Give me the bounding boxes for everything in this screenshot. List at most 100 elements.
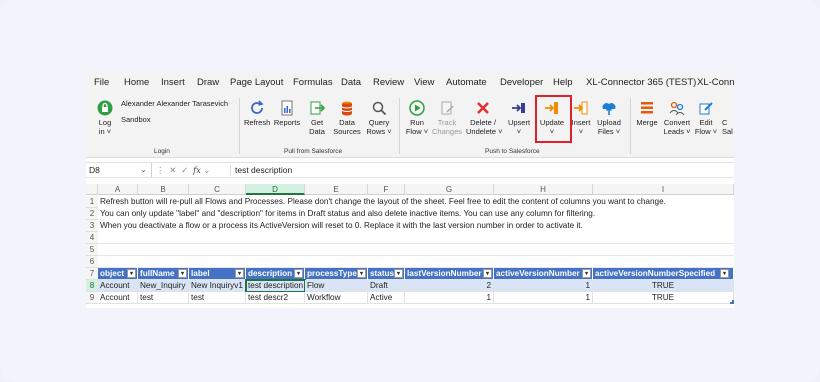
menu-data[interactable]: Data bbox=[341, 77, 361, 88]
menu-help[interactable]: Help bbox=[553, 77, 573, 88]
table-cell[interactable]: Workflow bbox=[305, 292, 368, 304]
reports-button[interactable]: Reports bbox=[273, 100, 301, 127]
table-cell[interactable]: 2 bbox=[405, 280, 494, 292]
insert-button[interactable]: Insert ˅ bbox=[569, 100, 593, 136]
menu-insert[interactable]: Insert bbox=[161, 77, 185, 88]
row-header[interactable]: 8 bbox=[86, 280, 98, 292]
menu-file[interactable]: File bbox=[94, 77, 109, 88]
row-header[interactable]: 5 bbox=[86, 244, 98, 256]
convert-leads-button[interactable]: Convert Leads ˅ bbox=[662, 100, 692, 136]
table-cell[interactable]: New_Inquiry bbox=[138, 280, 189, 292]
filter-dropdown-icon[interactable]: ▾ bbox=[720, 269, 729, 278]
col-header-g[interactable]: G bbox=[405, 184, 494, 195]
table-header-cell[interactable]: description ▾ bbox=[246, 268, 305, 280]
col-header-a[interactable]: A bbox=[98, 184, 138, 195]
col-header-h[interactable]: H bbox=[494, 184, 593, 195]
table-cell[interactable]: 1 bbox=[405, 292, 494, 304]
filter-dropdown-icon[interactable]: ▾ bbox=[394, 269, 403, 278]
instruction-note[interactable]: You can only update "label" and "descrip… bbox=[100, 208, 595, 220]
row-header[interactable]: 7 bbox=[86, 268, 98, 280]
row-header[interactable]: 1 bbox=[86, 196, 98, 208]
table-cell[interactable]: TRUE bbox=[593, 280, 734, 292]
edit-flow-button[interactable]: Edit Flow ˅ bbox=[693, 100, 719, 136]
menu-formulas[interactable]: Formulas bbox=[293, 77, 333, 88]
table-header-cell[interactable]: status ▾ bbox=[368, 268, 405, 280]
table-header-cell[interactable]: lastVersionNumber ▾ bbox=[405, 268, 494, 280]
row-header[interactable]: 4 bbox=[86, 232, 98, 244]
run-flow-button[interactable]: Run Flow ˅ bbox=[404, 100, 430, 136]
login-button[interactable]: Log in ˅ bbox=[94, 100, 116, 136]
filter-dropdown-icon[interactable]: ▾ bbox=[127, 269, 136, 278]
table-header-cell[interactable]: fullName ▾ bbox=[138, 268, 189, 280]
menu-automate[interactable]: Automate bbox=[446, 77, 487, 88]
confirm-icon[interactable]: ✓ bbox=[181, 165, 188, 175]
menu-xl-connector[interactable]: XL-Connector 365 (TEST) bbox=[586, 77, 696, 88]
col-header-i[interactable]: I bbox=[593, 184, 734, 195]
filter-dropdown-icon[interactable]: ▾ bbox=[294, 269, 303, 278]
instruction-note[interactable]: When you deactivate a flow or a process … bbox=[100, 220, 583, 232]
filter-dropdown-icon[interactable]: ▾ bbox=[357, 269, 366, 278]
col-header-e[interactable]: E bbox=[305, 184, 368, 195]
table-cell[interactable]: test bbox=[138, 292, 189, 304]
select-all-corner[interactable] bbox=[86, 184, 98, 195]
table-cell[interactable]: Draft bbox=[368, 280, 405, 292]
chevron-down-icon[interactable]: ⌄ bbox=[203, 165, 210, 175]
table-cell[interactable]: Account bbox=[98, 292, 138, 304]
table-header-cell[interactable]: processType ▾ bbox=[305, 268, 368, 280]
header-text: processType bbox=[307, 269, 357, 278]
table-cell[interactable]: New Inquiryv1 bbox=[189, 280, 246, 292]
menu-xl-connector-2[interactable]: XL-Conne bbox=[697, 77, 734, 88]
col-header-f[interactable]: F bbox=[368, 184, 405, 195]
table-cell[interactable]: test descr2 bbox=[246, 292, 305, 304]
table-cell[interactable]: Account bbox=[98, 280, 138, 292]
row-header[interactable]: 9 bbox=[86, 292, 98, 304]
upsert-button[interactable]: Upsert ˅ bbox=[506, 100, 532, 136]
col-header-d[interactable]: D bbox=[246, 184, 305, 195]
menu-review[interactable]: Review bbox=[373, 77, 404, 88]
table-header-cell[interactable]: activeVersionNumber ▾ bbox=[494, 268, 593, 280]
instruction-note[interactable]: Refresh button will re-pull all Flows an… bbox=[100, 196, 666, 208]
filter-dropdown-icon[interactable]: ▾ bbox=[178, 269, 187, 278]
table-cell[interactable]: test bbox=[189, 292, 246, 304]
table-cell[interactable]: 1 bbox=[494, 292, 593, 304]
table-cell[interactable]: Flow bbox=[305, 280, 368, 292]
get-data-button[interactable]: Get Data bbox=[306, 100, 328, 136]
menu-home[interactable]: Home bbox=[124, 77, 149, 88]
fx-icon[interactable]: fx bbox=[193, 166, 201, 176]
row-header[interactable]: 3 bbox=[86, 220, 98, 232]
refresh-button[interactable]: Refresh bbox=[244, 100, 270, 127]
table-resize-handle[interactable] bbox=[730, 300, 734, 304]
table-header-cell[interactable]: label ▾ bbox=[189, 268, 246, 280]
data-sources-button[interactable]: Data Sources bbox=[332, 100, 362, 136]
menu-page-layout[interactable]: Page Layout bbox=[230, 77, 283, 88]
table-header-cell[interactable]: object ▾ bbox=[98, 268, 138, 280]
table-header-cell[interactable]: activeVersionNumberSpecified ▾ bbox=[593, 268, 734, 280]
menu-draw[interactable]: Draw bbox=[197, 77, 219, 88]
row-header[interactable]: 2 bbox=[86, 208, 98, 220]
cut-off-button[interactable]: C Sal bbox=[722, 118, 734, 136]
table-cell-selected[interactable]: test description bbox=[245, 279, 306, 293]
col-header-b[interactable]: B bbox=[138, 184, 189, 195]
cancel-icon[interactable]: ✕ bbox=[169, 165, 176, 175]
track-changes-button[interactable]: Track Changes bbox=[432, 100, 462, 136]
col-header-c[interactable]: C bbox=[189, 184, 246, 195]
row-header[interactable]: 6 bbox=[86, 256, 98, 268]
name-box[interactable]: D8 ⌄ bbox=[86, 163, 152, 177]
formula-input[interactable]: test description bbox=[230, 165, 292, 175]
chevron-down-icon[interactable]: ⌄ bbox=[140, 164, 147, 175]
upload-files-button[interactable]: Upload Files ˅ bbox=[595, 100, 623, 136]
delete-undelete-button[interactable]: Delete / Undelete ˅ bbox=[466, 100, 503, 136]
menu-view[interactable]: View bbox=[414, 77, 434, 88]
table-cell[interactable]: TRUE bbox=[593, 292, 734, 304]
users-icon bbox=[669, 101, 685, 116]
upload-files-label-1: Upload bbox=[597, 118, 621, 127]
filter-dropdown-icon[interactable]: ▾ bbox=[582, 269, 591, 278]
filter-dropdown-icon[interactable]: ▾ bbox=[483, 269, 492, 278]
table-cell[interactable]: 1 bbox=[494, 280, 593, 292]
table-cell[interactable]: Active bbox=[368, 292, 405, 304]
filter-dropdown-icon[interactable]: ▾ bbox=[235, 269, 244, 278]
query-rows-button[interactable]: Query Rows ˅ bbox=[365, 100, 393, 136]
merge-button[interactable]: Merge bbox=[634, 100, 660, 127]
menu-developer[interactable]: Developer bbox=[500, 77, 543, 88]
run-flow-label-2: Flow ˅ bbox=[405, 127, 429, 136]
